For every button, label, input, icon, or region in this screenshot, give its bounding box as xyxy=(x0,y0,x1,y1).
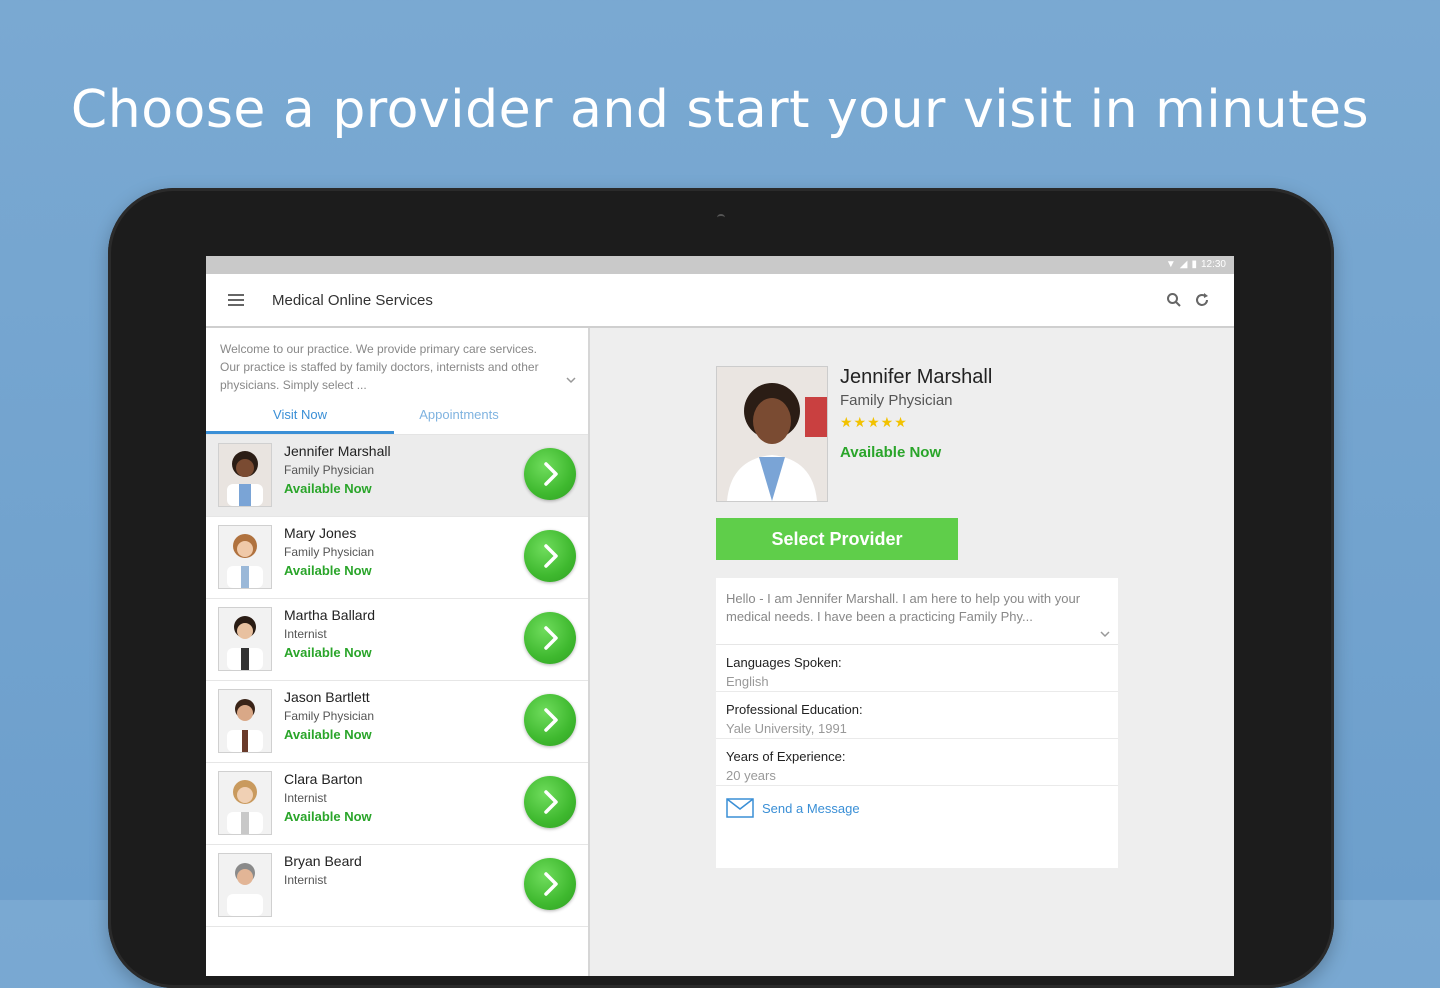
tablet-screen: ▼ ◢ ▮ 12:30 Medical Online Services Welc… xyxy=(206,256,1234,976)
provider-bio: Hello - I am Jennifer Marshall. I am her… xyxy=(716,578,1118,645)
provider-name: Jason Bartlett xyxy=(284,689,370,705)
provider-status: Available Now xyxy=(284,645,372,660)
provider-role: Internist xyxy=(284,627,327,641)
provider-name: Bryan Beard xyxy=(284,853,362,869)
provider-role: Family Physician xyxy=(284,463,375,477)
provider-status: Available Now xyxy=(284,563,372,578)
battery-icon: ▮ xyxy=(1191,259,1197,270)
provider-item-jason-bartlett[interactable]: Jason Bartlett Family Physician Availabl… xyxy=(206,681,588,763)
tab-visit-now[interactable]: Visit Now xyxy=(206,398,394,434)
send-message-label: Send a Message xyxy=(762,800,860,816)
provider-status: Available Now xyxy=(284,727,372,742)
chevron-right-icon xyxy=(544,708,558,732)
avatar xyxy=(218,525,272,589)
app-bar: Medical Online Services xyxy=(206,274,1234,328)
provider-role: Family Physician xyxy=(840,392,953,409)
chevron-right-icon xyxy=(544,626,558,650)
camera xyxy=(717,214,725,221)
provider-name: Clara Barton xyxy=(284,771,363,787)
select-provider-button[interactable]: Select Provider xyxy=(716,518,958,560)
provider-photo xyxy=(716,366,828,502)
provider-status: Available Now xyxy=(284,809,372,824)
menu-icon[interactable] xyxy=(228,294,244,306)
avatar xyxy=(218,853,272,917)
info-value: 20 years xyxy=(726,768,776,783)
chevron-right-icon xyxy=(544,790,558,814)
signal-icon: ◢ xyxy=(1179,259,1188,270)
envelope-icon xyxy=(726,798,754,818)
visit-arrow-button[interactable] xyxy=(524,858,576,910)
chevron-down-icon[interactable] xyxy=(566,376,576,384)
status-time: 12:30 xyxy=(1200,259,1226,270)
avatar xyxy=(218,607,272,671)
avatar xyxy=(218,771,272,835)
provider-detail: Jennifer Marshall Family Physician ★★★★★… xyxy=(590,328,1234,976)
provider-name: Mary Jones xyxy=(284,525,357,541)
intro-text: Welcome to our practice. We provide prim… xyxy=(220,342,539,392)
send-message-link[interactable]: Send a Message xyxy=(716,786,1118,830)
languages-row: Languages Spoken: English xyxy=(716,645,1118,692)
provider-role: Internist xyxy=(284,873,327,887)
app-title: Medical Online Services xyxy=(272,292,433,309)
provider-status: Available Now xyxy=(284,481,372,496)
visit-arrow-button[interactable] xyxy=(524,612,576,664)
tablet-frame: ▼ ◢ ▮ 12:30 Medical Online Services Welc… xyxy=(108,188,1334,988)
info-label: Years of Experience: xyxy=(726,749,846,764)
visit-arrow-button[interactable] xyxy=(524,530,576,582)
provider-tabs: Visit Now Appointments xyxy=(206,398,588,434)
provider-item-jennifer-marshall[interactable]: Jennifer Marshall Family Physician Avail… xyxy=(206,435,588,517)
visit-arrow-button[interactable] xyxy=(524,694,576,746)
info-label: Languages Spoken: xyxy=(726,655,842,670)
bio-text: Hello - I am Jennifer Marshall. I am her… xyxy=(726,591,1081,624)
chevron-right-icon xyxy=(544,872,558,896)
rating-stars: ★★★★★ xyxy=(840,414,908,430)
info-label: Professional Education: xyxy=(726,702,863,717)
info-value: English xyxy=(726,674,769,689)
experience-row: Years of Experience: 20 years xyxy=(716,739,1118,786)
provider-item-bryan-beard[interactable]: Bryan Beard Internist xyxy=(206,845,588,927)
provider-name: Martha Ballard xyxy=(284,607,376,623)
practice-intro: Welcome to our practice. We provide prim… xyxy=(206,328,588,398)
provider-info-card: Hello - I am Jennifer Marshall. I am her… xyxy=(716,578,1118,868)
status-bar: ▼ ◢ ▮ 12:30 xyxy=(206,256,1234,274)
chevron-right-icon xyxy=(544,462,558,486)
chevron-right-icon xyxy=(544,544,558,568)
provider-role: Family Physician xyxy=(284,709,375,723)
refresh-icon[interactable] xyxy=(1194,292,1210,308)
provider-item-martha-ballard[interactable]: Martha Ballard Internist Available Now xyxy=(206,599,588,681)
provider-list: Jennifer Marshall Family Physician Avail… xyxy=(206,434,588,927)
provider-name: Jennifer Marshall xyxy=(840,366,993,388)
provider-role: Internist xyxy=(284,791,327,805)
info-value: Yale University, 1991 xyxy=(726,721,847,736)
tab-appointments[interactable]: Appointments xyxy=(394,398,524,434)
avatar xyxy=(218,689,272,753)
search-icon[interactable] xyxy=(1166,292,1182,308)
status-icons: ▼ ◢ ▮ 12:30 xyxy=(1166,259,1226,270)
avatar xyxy=(218,443,272,507)
visit-arrow-button[interactable] xyxy=(524,776,576,828)
provider-panel: Welcome to our practice. We provide prim… xyxy=(206,328,590,976)
education-row: Professional Education: Yale University,… xyxy=(716,692,1118,739)
provider-item-clara-barton[interactable]: Clara Barton Internist Available Now xyxy=(206,763,588,845)
visit-arrow-button[interactable] xyxy=(524,448,576,500)
provider-item-mary-jones[interactable]: Mary Jones Family Physician Available No… xyxy=(206,517,588,599)
chevron-down-icon[interactable] xyxy=(1100,630,1110,638)
provider-role: Family Physician xyxy=(284,545,375,559)
provider-status: Available Now xyxy=(840,444,942,461)
provider-name: Jennifer Marshall xyxy=(284,443,391,459)
headline: Choose a provider and start your visit i… xyxy=(70,80,1370,140)
wifi-icon: ▼ xyxy=(1165,259,1176,270)
